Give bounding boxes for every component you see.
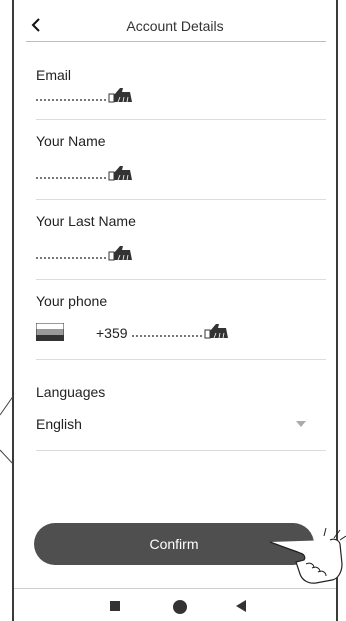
phone-divider xyxy=(36,359,326,360)
flag-icon[interactable] xyxy=(36,323,64,341)
app-header: Account Details xyxy=(14,0,336,42)
square-recent-apps-icon[interactable] xyxy=(110,601,120,611)
triangle-back-icon[interactable] xyxy=(236,600,246,612)
caret-down-icon xyxy=(296,421,306,427)
pointing-hand-icon xyxy=(108,88,132,103)
system-navigation-bar xyxy=(14,588,336,621)
first-name-placeholder-dots xyxy=(36,177,106,179)
phone-input[interactable] xyxy=(132,323,326,351)
navbar-divider xyxy=(14,588,336,589)
first-name-divider xyxy=(36,199,326,200)
languages-divider xyxy=(36,450,326,451)
last-name-label: Your Last Name xyxy=(36,213,136,229)
last-name-input[interactable] xyxy=(36,245,326,273)
page-title: Account Details xyxy=(126,18,224,34)
phone-placeholder-dots xyxy=(132,335,202,337)
last-name-divider xyxy=(36,279,326,280)
back-button[interactable] xyxy=(26,13,46,37)
languages-selected-value: English xyxy=(36,416,82,432)
chevron-left-icon xyxy=(31,18,40,32)
phone-country-code: +359 xyxy=(96,325,128,341)
pointing-hand-icon xyxy=(108,166,132,181)
email-label: Email xyxy=(36,67,72,83)
pointing-hand-icon xyxy=(108,246,132,261)
languages-label: Languages xyxy=(36,384,106,400)
circle-home-icon[interactable] xyxy=(173,600,187,614)
confirm-button-label: Confirm xyxy=(149,536,199,552)
first-name-label: Your Name xyxy=(36,133,106,149)
last-name-placeholder-dots xyxy=(36,257,106,259)
languages-select[interactable]: English xyxy=(36,410,326,440)
phone-frame-left-edge xyxy=(12,0,14,621)
header-divider xyxy=(26,41,326,42)
tapping-hand-icon xyxy=(269,527,346,584)
email-divider xyxy=(36,119,326,120)
first-name-input[interactable] xyxy=(36,165,326,193)
phone-label: Your phone xyxy=(36,293,108,309)
phone-frame-corner-lines xyxy=(0,395,14,465)
email-input[interactable] xyxy=(36,87,326,115)
pointing-hand-icon xyxy=(204,324,228,339)
email-placeholder-dots xyxy=(36,99,106,101)
